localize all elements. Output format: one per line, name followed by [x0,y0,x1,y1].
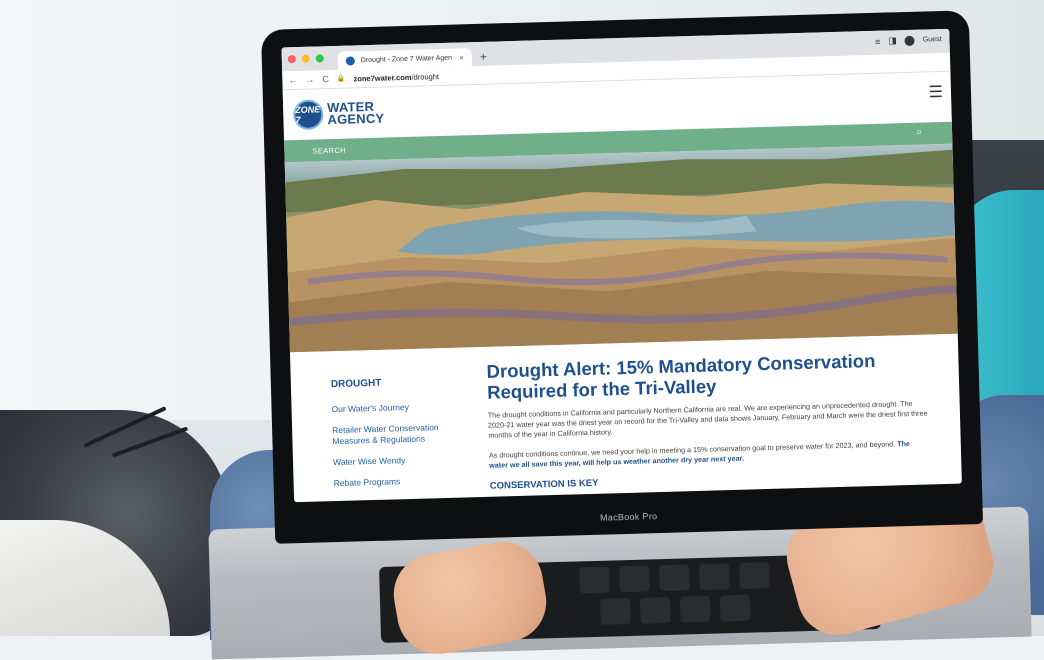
forward-icon[interactable]: → [305,75,314,85]
sidebar-item-our-waters-journey[interactable]: Our Water's Journey [331,401,461,416]
page-title: Drought Alert: 15% Mandatory Conservatio… [486,349,876,403]
sidebar-title: DROUGHT [330,377,382,391]
logo-text: WATER AGENCY [326,98,385,128]
key[interactable] [619,565,650,593]
sidebar-item-water-wise-wendy[interactable]: Water Wise Wendy [333,454,463,469]
section-heading: CONSERVATION IS KEY [489,477,599,492]
url-field[interactable]: zone7water.com/drought [353,72,439,83]
key[interactable] [739,562,770,589]
hero-landscape [285,149,958,353]
tab-title: Drought - Zone 7 Water Agen [360,54,453,64]
browser-toolbar-right: ≡ ◨ Guest [875,34,942,47]
favicon-icon [345,55,355,66]
lock-icon[interactable]: 🔒 [337,75,346,83]
key[interactable] [579,566,610,594]
search-icon[interactable]: ⌕ [916,127,922,138]
close-window-icon[interactable] [287,55,296,64]
profile-avatar-icon[interactable] [904,35,915,46]
close-tab-icon[interactable]: × [459,53,464,62]
guest-label[interactable]: Guest [923,36,942,44]
sidebar-nav: DROUGHT Our Water's Journey Retailer Wat… [330,366,464,500]
logo-badge: ZONE 7 [292,99,324,131]
laptop-screen-bezel: Drought - Zone 7 Water Agen × + ≡ ◨ Gues… [260,10,984,544]
search-input[interactable]: SEARCH [312,146,346,156]
key[interactable] [639,596,671,624]
extensions-icon[interactable]: ≡ [875,36,881,46]
browser-tab[interactable]: Drought - Zone 7 Water Agen × [337,48,473,70]
key[interactable] [659,564,690,592]
article-paragraph: The drought conditions in California and… [487,398,928,440]
key[interactable] [699,563,730,591]
window-controls [287,46,324,71]
menu-icon[interactable]: ☰ [928,82,943,102]
key[interactable] [679,595,711,623]
site-logo[interactable]: ZONE 7 WATER AGENCY [292,98,385,131]
sidebar-item-retailer-conservation[interactable]: Retailer Water Conservation Measures & R… [332,422,463,448]
sidebar-item-rebate-programs[interactable]: Rebate Programs [334,475,464,490]
article-paragraph: As drought conditions continue, we need … [488,439,911,470]
new-tab-button[interactable]: + [472,47,496,66]
minimize-window-icon[interactable] [301,54,310,63]
sidepanel-icon[interactable]: ◨ [888,35,897,46]
reload-icon[interactable]: C [322,74,329,84]
browser-window: Drought - Zone 7 Water Agen × + ≡ ◨ Gues… [281,28,962,503]
main-article: Drought Alert: 15% Mandatory Conservatio… [486,349,929,492]
back-icon[interactable]: ← [288,75,297,85]
key[interactable] [719,594,751,622]
hero-image [284,143,958,353]
maximize-window-icon[interactable] [315,54,324,63]
key[interactable] [600,598,631,625]
